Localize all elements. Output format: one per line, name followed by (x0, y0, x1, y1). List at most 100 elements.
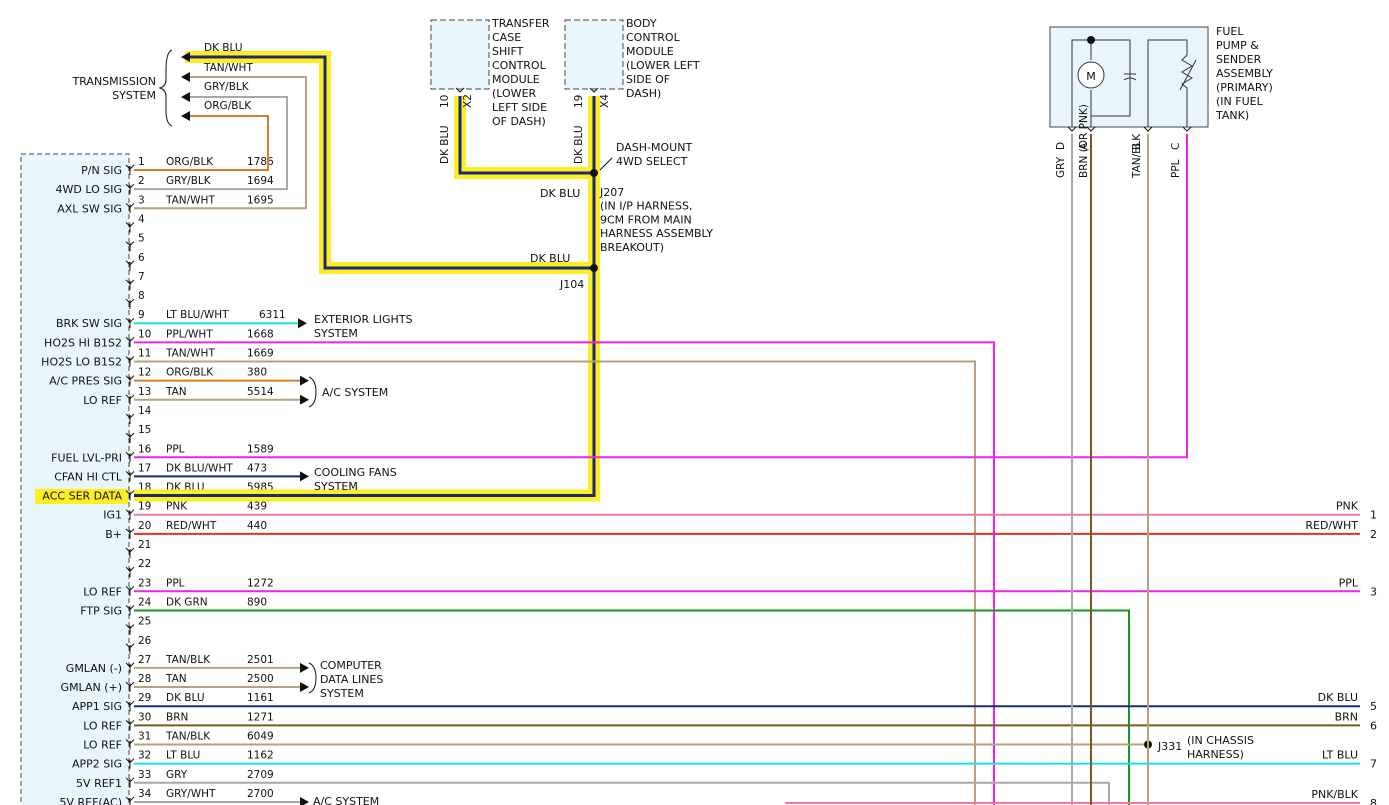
bcm-pin-number: 19 (573, 95, 585, 108)
pin-name: FUEL LVL-PRI (51, 451, 122, 464)
right-pin-number: 3 (1370, 585, 1377, 598)
wire-color-label: DK GRN (166, 596, 208, 608)
pin-number: 34 (138, 788, 152, 800)
circuit-number: 439 (247, 501, 267, 513)
cooling-fans-label: SYSTEM (314, 480, 358, 493)
arrow-right (298, 318, 307, 329)
wire-color-label: TAN/WHT (165, 194, 215, 206)
fuel-pump-label: FUEL (1216, 25, 1244, 38)
fuel-pump-label: SENDER (1216, 53, 1262, 66)
right-pin-number: 2 (1370, 528, 1377, 541)
pin-number: 21 (138, 539, 151, 551)
bcm-label: CONTROL (626, 31, 681, 44)
circuit-number: 6049 (247, 731, 274, 743)
circuit-number: 2700 (247, 788, 274, 800)
wire-color-label: LT BLU/WHT (166, 309, 229, 321)
pin-name: APP1 SIG (72, 700, 122, 713)
pin-name: LO REF (83, 394, 122, 407)
wire-color-label: DK BLU (166, 692, 205, 704)
fuel-pin-label: TAN/BLK (1131, 133, 1143, 179)
tcscm-label: MODULE (492, 73, 540, 86)
pin-name: 4WD LO SIG (56, 183, 122, 196)
pin-name: IG1 (103, 509, 122, 522)
circuit-number: 473 (247, 462, 267, 474)
arrow-right (300, 796, 309, 805)
splice-j207 (590, 169, 598, 177)
tcscm-label: CASE (492, 31, 521, 44)
right-pin-number: 6 (1370, 719, 1377, 732)
transmission-label: SYSTEM (112, 89, 156, 102)
tcscm-label: (LOWER (492, 87, 537, 100)
wire-color-label: ORG/BLK (166, 367, 214, 379)
right-wire-label: BRN (1335, 710, 1358, 723)
wire-color-label: LT BLU (166, 750, 200, 762)
j331-label: J331 (1157, 740, 1182, 753)
pin-number: 2 (138, 175, 145, 187)
brace (158, 49, 173, 127)
pin-number: 14 (138, 405, 152, 417)
circuit-number: 1162 (247, 750, 274, 762)
fuel-pin-label: PPL (1170, 159, 1182, 178)
pin-name: GMLAN (+) (61, 681, 122, 694)
j331-note: (IN CHASSIS (1187, 734, 1254, 747)
body-control-module (564, 19, 624, 90)
tcscm-label: SHIFT (492, 45, 524, 58)
arrow-right (300, 682, 309, 693)
arrow-right (300, 375, 309, 386)
circuit-number: 1694 (247, 175, 274, 187)
circuit-number: 1589 (247, 443, 274, 455)
trans-wire-label: TAN/WHT (203, 62, 253, 74)
trans-wire-label: GRY/BLK (204, 81, 250, 93)
pin-name: FTP SIG (80, 604, 122, 617)
pin-number: 11 (138, 348, 151, 360)
pin-name: P/N SIG (81, 164, 122, 177)
j207-label: (IN I/P HARNESS, (600, 200, 692, 213)
pin-number: 22 (138, 558, 151, 570)
pin-number: 3 (138, 194, 145, 206)
bcm-label: SIDE OF (626, 73, 670, 86)
computer-data-label: SYSTEM (320, 687, 364, 700)
fuel-pin-label: GRY (1055, 156, 1067, 178)
wiring-diagram: P/N SIG1 ORG/BLK 17864WD LO SIG2 GRY/BLK 169… (20, 17, 1377, 805)
pin-name: CFAN HI CTL (54, 470, 123, 483)
wire-color-label: PPL (166, 577, 185, 589)
right-wire-label: PPL (1339, 576, 1359, 589)
pin-number: 29 (138, 692, 151, 704)
exterior-lights-label: SYSTEM (314, 327, 358, 340)
pin-number: 19 (138, 501, 151, 513)
pin-name: A/C PRES SIG (49, 375, 122, 388)
pin-name: AXL SW SIG (57, 202, 122, 215)
pin-number: 12 (138, 367, 151, 379)
arrow-left (181, 72, 190, 82)
pin-name: 5V REF(AC) (59, 796, 122, 805)
right-pin-number: 5 (1370, 700, 1377, 713)
pin-number: 4 (138, 213, 145, 225)
wire-color-label: GRY/WHT (166, 788, 216, 800)
fuel-pump-assembly (1049, 26, 1209, 128)
brace (308, 376, 317, 408)
pin-name: ACC SER DATA (42, 490, 122, 503)
trans-wire-label: DK BLU (204, 42, 243, 54)
fuel-pin-letter: B (1131, 143, 1143, 150)
j207-label: 9CM FROM MAIN (600, 213, 692, 226)
pin-number: 32 (138, 750, 151, 762)
wire-color-label: PPL/WHT (166, 328, 213, 340)
j331-note: HARNESS) (1187, 748, 1244, 761)
wire-color-label: TAN (165, 673, 187, 685)
bcm-label: (LOWER LEFT (626, 59, 700, 72)
bcm-wire-label: DK BLU (573, 125, 585, 164)
pin-name: B+ (105, 528, 122, 541)
trans-wire-label: ORG/BLK (204, 100, 252, 112)
wire-ppl-fuel-level (134, 134, 1188, 459)
arrow-left (181, 111, 190, 121)
wire-label-dk-blu: DK BLU (540, 187, 580, 200)
circuit-number: 1272 (247, 577, 274, 589)
tcscm-connector: X2 (462, 94, 474, 108)
circuit-number: 1695 (247, 194, 274, 206)
arrow-right (300, 662, 309, 673)
fuel-pin-letter: D (1055, 142, 1067, 150)
right-pin-number: 8 (1370, 797, 1377, 805)
circuit-number: 890 (247, 596, 267, 608)
arrow-right (300, 471, 309, 482)
circuit-number: 380 (247, 367, 267, 379)
